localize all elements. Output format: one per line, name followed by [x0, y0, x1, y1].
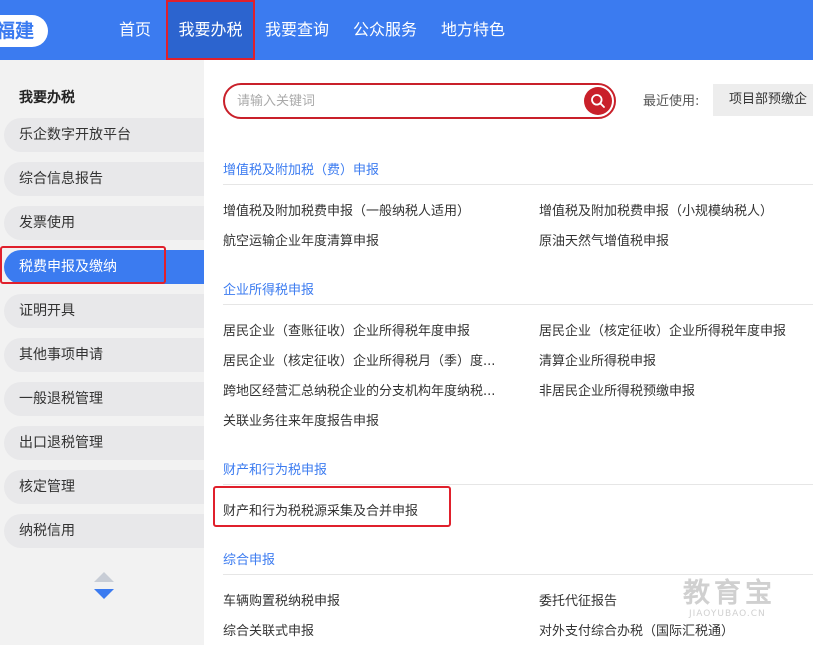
nav-public-service[interactable]: 公众服务	[353, 0, 417, 60]
link-crude-oil-gas-vat[interactable]: 原油天然气增值税申报	[539, 230, 813, 249]
sidebar-item-leqi-platform[interactable]: 乐企数字开放平台	[4, 118, 204, 152]
divider	[223, 304, 813, 305]
scroll-up-arrow-icon[interactable]	[94, 572, 114, 582]
search-icon	[591, 94, 605, 108]
section-title-vat: 增值税及附加税（费）申报	[223, 163, 380, 178]
recent-use-label: 最近使用:	[643, 94, 700, 109]
link-entrusted-collection[interactable]: 委托代征报告	[539, 590, 813, 609]
link-cit-branch-annual[interactable]: 跨地区经营汇总纳税企业的分支机构年度纳税...	[223, 380, 515, 399]
sidebar-item-certificate[interactable]: 证明开具	[4, 294, 204, 328]
link-related-party-report[interactable]: 关联业务往来年度报告申报	[223, 410, 515, 429]
sidebar-item-other-requests[interactable]: 其他事项申请	[4, 338, 204, 372]
link-vat-general-taxpayer[interactable]: 增值税及附加税费申报（一般纳税人适用）	[223, 200, 515, 219]
brand-logo[interactable]: 福建	[0, 15, 48, 47]
section-title-comprehensive: 综合申报	[223, 553, 276, 568]
link-cit-assessed-monthly[interactable]: 居民企业（核定征收）企业所得税月（季）度...	[223, 350, 515, 369]
section-title-cit: 企业所得税申报	[223, 283, 315, 298]
link-vat-small-scale[interactable]: 增值税及附加税费申报（小规模纳税人）	[539, 200, 813, 219]
link-cit-audit-annual[interactable]: 居民企业（查账征收）企业所得税年度申报	[223, 320, 515, 339]
search-button[interactable]	[584, 87, 612, 115]
nav-query[interactable]: 我要查询	[265, 0, 329, 60]
link-vehicle-purchase-tax[interactable]: 车辆购置税纳税申报	[223, 590, 515, 609]
divider	[223, 184, 813, 185]
sidebar-item-general-refund[interactable]: 一般退税管理	[4, 382, 204, 416]
section-title-property-behavior: 财产和行为税申报	[223, 463, 328, 478]
sidebar-title: 我要办税	[19, 90, 75, 106]
sidebar-item-verification[interactable]: 核定管理	[4, 470, 204, 504]
sidebar-item-info-report[interactable]: 综合信息报告	[4, 162, 204, 196]
search-input[interactable]	[237, 90, 577, 112]
link-foreign-payment[interactable]: 对外支付综合办税（国际汇税通）	[539, 620, 813, 639]
nav-local-features[interactable]: 地方特色	[441, 0, 505, 60]
sidebar-scroll-control[interactable]	[94, 572, 114, 602]
link-airline-annual-settlement[interactable]: 航空运输企业年度清算申报	[223, 230, 515, 249]
divider	[223, 484, 813, 485]
recent-use-item[interactable]: 项目部预缴企	[713, 84, 813, 116]
nav-home[interactable]: 首页	[119, 0, 151, 60]
sidebar-item-tax-credit[interactable]: 纳税信用	[4, 514, 204, 548]
scroll-down-arrow-icon[interactable]	[94, 589, 114, 599]
sidebar: 我要办税 乐企数字开放平台 综合信息报告 发票使用 税费申报及缴纳 证明开具 其…	[0, 60, 204, 645]
nav-tax-handling[interactable]: 我要办税	[166, 0, 255, 60]
sidebar-highlight-box	[0, 246, 166, 284]
link-cit-nonresident-prepay[interactable]: 非居民企业所得税预缴申报	[539, 380, 813, 399]
watermark-sub: JIAOYUBAO.CN	[689, 609, 766, 619]
divider	[223, 574, 813, 575]
link-cit-assessed-annual[interactable]: 居民企业（核定征收）企业所得税年度申报	[539, 320, 813, 339]
top-nav-bar: 福建 首页 我要办税 我要查询 公众服务 地方特色	[0, 0, 813, 60]
sidebar-item-export-refund[interactable]: 出口退税管理	[4, 426, 204, 460]
search-box	[223, 83, 616, 119]
link-comprehensive-linked[interactable]: 综合关联式申报	[223, 620, 515, 639]
link-cit-liquidation[interactable]: 清算企业所得税申报	[539, 350, 813, 369]
sidebar-item-invoice[interactable]: 发票使用	[4, 206, 204, 240]
content-highlight-box	[213, 486, 451, 527]
